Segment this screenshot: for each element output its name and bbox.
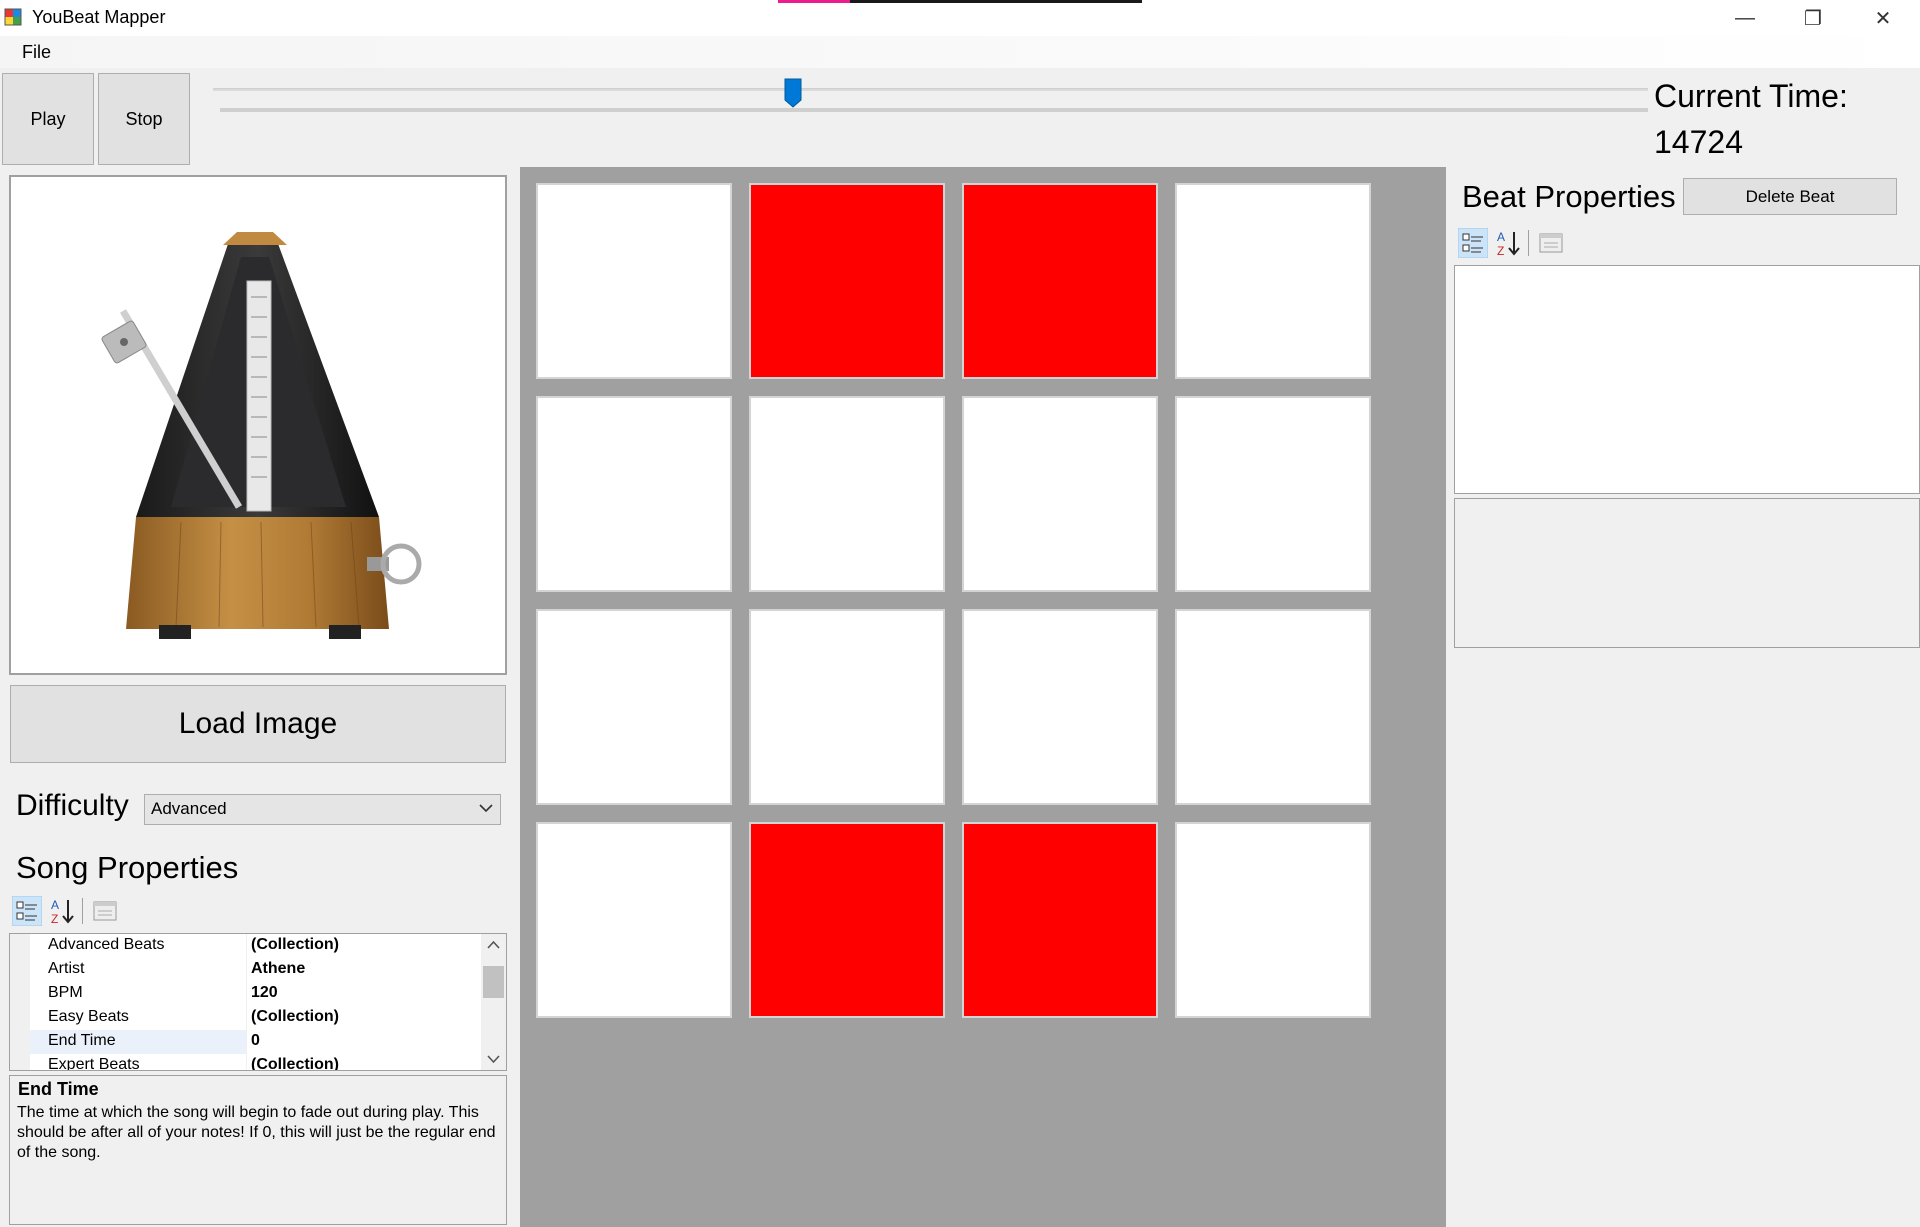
property-value[interactable]: (Collection) <box>251 1056 339 1070</box>
property-name: Advanced Beats <box>48 936 165 953</box>
minimize-button[interactable]: — <box>1710 0 1780 36</box>
chevron-down-icon[interactable] <box>476 798 496 818</box>
alphabetical-sort-icon[interactable]: A Z <box>1494 228 1524 258</box>
toolbar-separator <box>1528 230 1529 256</box>
close-button[interactable]: ✕ <box>1848 0 1918 36</box>
title-bar <box>0 0 1920 36</box>
help-title: End Time <box>18 1079 99 1099</box>
beat-property-grid[interactable] <box>1454 265 1920 494</box>
stop-button[interactable]: Stop <box>98 73 190 165</box>
scrollbar-thumb[interactable] <box>483 966 504 998</box>
beat-help-box <box>1454 498 1920 648</box>
svg-text:Z: Z <box>1497 244 1504 258</box>
categorized-icon[interactable] <box>1458 228 1488 258</box>
load-image-button[interactable]: Load Image <box>10 685 506 763</box>
property-row[interactable]: Expert Beats (Collection) <box>10 1054 484 1071</box>
property-value[interactable]: Athene <box>251 960 305 978</box>
svg-text:A: A <box>1497 230 1505 244</box>
beat-cell[interactable] <box>536 822 732 1018</box>
difficulty-select[interactable]: Advanced <box>144 794 501 825</box>
current-time-label: Current Time: <box>1654 78 1848 114</box>
property-value[interactable]: (Collection) <box>251 936 339 954</box>
property-name: BPM <box>48 984 83 1001</box>
beat-properties-title: Beat Properties <box>1462 179 1676 214</box>
beat-cell-active[interactable] <box>749 183 945 379</box>
current-time-value: 14724 <box>1654 124 1743 160</box>
menu-bar <box>0 36 1920 68</box>
seek-slider-track[interactable] <box>220 108 1648 112</box>
svg-text:A: A <box>51 898 59 912</box>
property-name: Easy Beats <box>48 1008 129 1025</box>
property-row[interactable]: Easy Beats (Collection) <box>10 1006 484 1030</box>
toolbar-separator <box>82 898 83 924</box>
alphabetical-sort-icon[interactable]: A Z <box>48 896 78 926</box>
restore-button[interactable]: ❐ <box>1778 0 1848 36</box>
song-image-box <box>9 175 507 675</box>
window-title: YouBeat Mapper <box>32 7 166 27</box>
app-icon <box>4 8 22 26</box>
song-properties-toolbar: A Z <box>12 896 122 928</box>
property-row[interactable]: Artist Athene <box>10 958 484 982</box>
beat-cell[interactable] <box>962 396 1158 592</box>
restore-icon: ❐ <box>1804 7 1822 30</box>
play-button[interactable]: Play <box>2 73 94 165</box>
beat-cell[interactable] <box>1175 822 1371 1018</box>
svg-text:Z: Z <box>51 912 58 926</box>
minimize-icon: — <box>1735 6 1755 29</box>
song-property-grid[interactable]: Advanced Beats (Collection) Artist Athen… <box>9 933 507 1071</box>
property-value[interactable]: (Collection) <box>251 1008 339 1026</box>
property-row-selected[interactable]: End Time 0 <box>10 1030 484 1054</box>
beat-properties-toolbar: A Z <box>1458 228 1568 260</box>
song-properties-title: Song Properties <box>16 850 239 885</box>
seek-slider-thumb[interactable] <box>784 78 802 108</box>
property-name: Artist <box>48 960 85 977</box>
property-value[interactable]: 0 <box>251 1032 260 1050</box>
scroll-up-icon[interactable] <box>485 938 502 952</box>
delete-beat-button[interactable]: Delete Beat <box>1683 178 1897 215</box>
property-name: End Time <box>48 1032 116 1049</box>
difficulty-value: Advanced <box>151 799 227 818</box>
beat-cell[interactable] <box>536 396 732 592</box>
property-pages-icon[interactable] <box>90 896 120 926</box>
help-description: The time at which the song will begin to… <box>17 1104 496 1161</box>
beat-cell[interactable] <box>536 183 732 379</box>
beat-cell[interactable] <box>1175 609 1371 805</box>
difficulty-label: Difficulty <box>16 789 129 822</box>
categorized-icon[interactable] <box>12 896 42 926</box>
beat-cell-active[interactable] <box>962 822 1158 1018</box>
property-value[interactable]: 120 <box>251 984 278 1002</box>
beat-grid-area <box>520 167 1446 1227</box>
seek-track-upper <box>213 88 1648 91</box>
beat-cell[interactable] <box>536 609 732 805</box>
progress-accent <box>778 0 1142 3</box>
beat-cell[interactable] <box>749 609 945 805</box>
beat-cell[interactable] <box>1175 183 1371 379</box>
beat-cell-active[interactable] <box>962 183 1158 379</box>
beat-cell-active[interactable] <box>749 822 945 1018</box>
property-row[interactable]: Advanced Beats (Collection) <box>10 934 484 958</box>
metronome-image <box>101 232 422 639</box>
beat-cell[interactable] <box>962 609 1158 805</box>
property-row[interactable]: BPM 120 <box>10 982 484 1006</box>
property-name: Expert Beats <box>48 1056 140 1071</box>
beat-cell[interactable] <box>749 396 945 592</box>
property-pages-icon[interactable] <box>1536 228 1566 258</box>
beat-cell[interactable] <box>1175 396 1371 592</box>
property-grid-scrollbar[interactable] <box>481 934 506 1070</box>
scroll-down-icon[interactable] <box>485 1052 502 1066</box>
menu-file[interactable]: File <box>10 42 63 63</box>
close-icon: ✕ <box>1874 7 1892 30</box>
